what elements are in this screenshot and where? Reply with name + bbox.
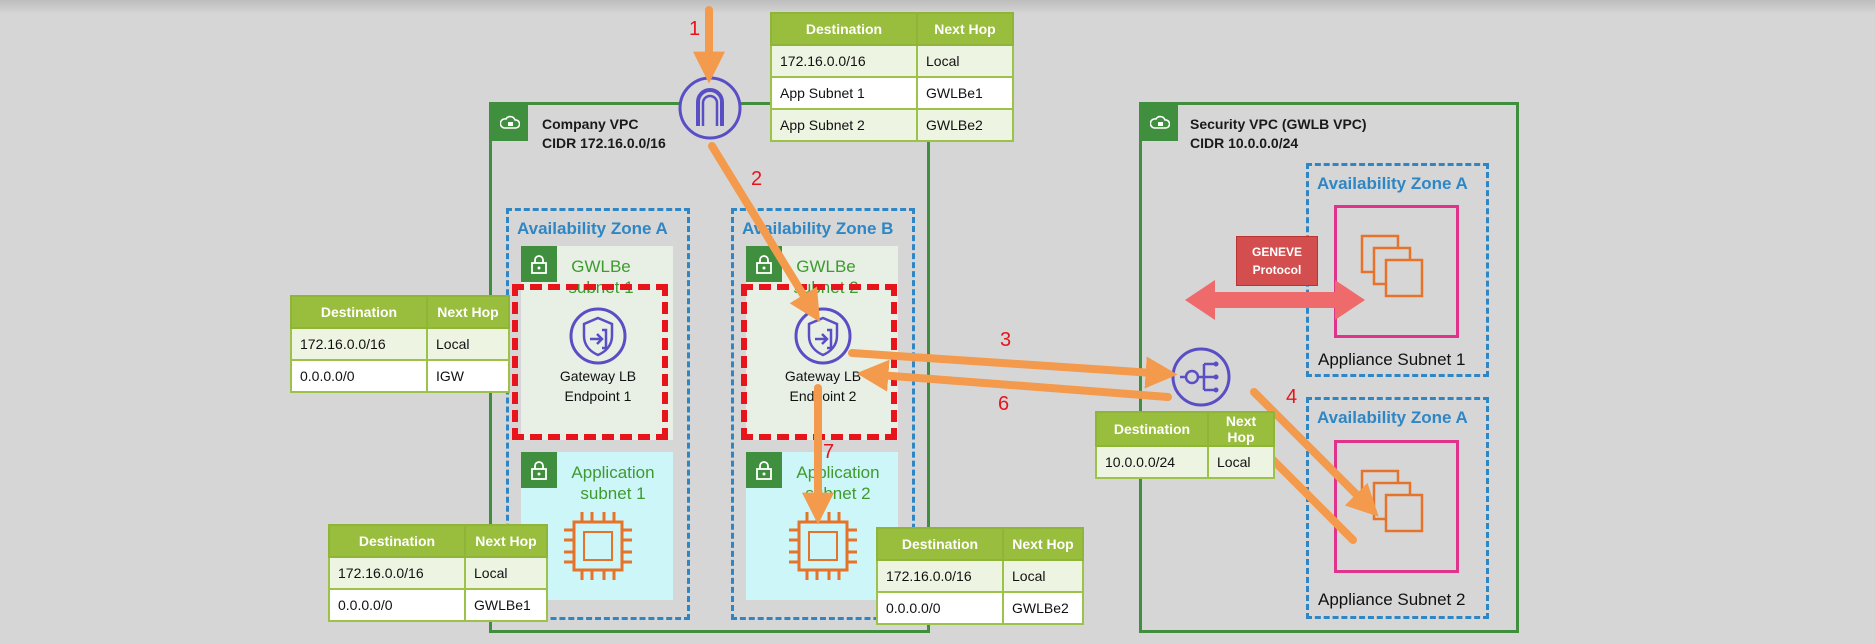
lock-icon <box>746 246 782 282</box>
ec2-instance-icon <box>785 508 861 589</box>
ec2-instance-icon <box>560 508 636 589</box>
rt-cell: Local <box>426 327 510 361</box>
security-az-1-label: Availability Zone A <box>1317 174 1468 193</box>
geneve-protocol-badge: GENEVE Protocol <box>1236 236 1318 286</box>
rt-app1-header-next-hop: Next Hop <box>464 524 548 558</box>
step-3-label: 3 <box>1000 329 1012 351</box>
application-subnet-1-label: Application subnet 1 <box>571 463 655 503</box>
step-6-label: 6 <box>998 393 1010 415</box>
gateway-load-balancer-icon <box>1170 346 1232 413</box>
route-table-igw: Destination Next Hop 172.16.0.0/16 Local … <box>770 12 1014 142</box>
rt-igw-header-destination: Destination <box>770 12 918 46</box>
step-4-label: 4 <box>1286 386 1298 408</box>
diagram-canvas: Company VPC CIDR 172.16.0.0/16 Security … <box>0 0 1875 644</box>
endpoint-1-label: Gateway LB Endpoint 1 <box>545 366 651 406</box>
endpoint-1-line-1: Gateway LB <box>559 368 637 384</box>
table-row: 172.16.0.0/16 Local <box>770 44 1014 78</box>
rt-cell: 0.0.0.0/0 <box>290 359 428 393</box>
table-row: 0.0.0.0/0 IGW <box>290 359 510 393</box>
rt-igw-header-next-hop: Next Hop <box>916 12 1014 46</box>
cloud-lock-icon <box>1142 105 1178 141</box>
rt-cell: 0.0.0.0/0 <box>876 591 1004 625</box>
table-row: 172.16.0.0/16 Local <box>876 559 1084 593</box>
rt-cell: IGW <box>426 359 510 393</box>
rt-cell: GWLBe1 <box>916 76 1014 110</box>
security-vpc-title: Security VPC (GWLB VPC) CIDR 10.0.0.0/24 <box>1190 115 1367 153</box>
security-vpc-cidr: CIDR 10.0.0.0/24 <box>1190 135 1299 151</box>
lock-icon <box>521 246 557 282</box>
rt-cell: GWLBe2 <box>916 108 1014 142</box>
table-row: 0.0.0.0/0 GWLBe1 <box>328 588 548 622</box>
rt-cell: GWLBe1 <box>464 588 548 622</box>
table-row: 172.16.0.0/16 Local <box>328 556 548 590</box>
appliance-subnet-1-label: Appliance Subnet 1 <box>1318 350 1466 369</box>
geneve-line-1: GENEVE <box>1251 245 1302 259</box>
rt-cell: 0.0.0.0/0 <box>328 588 466 622</box>
step-2-label: 2 <box>751 168 763 190</box>
table-row: App Subnet 2 GWLBe2 <box>770 108 1014 142</box>
company-vpc-title: Company VPC CIDR 172.16.0.0/16 <box>542 115 666 153</box>
lock-icon <box>746 452 782 488</box>
gateway-lb-endpoint-icon <box>793 306 853 371</box>
endpoint-2-line-2: Endpoint 2 <box>789 388 857 404</box>
rt-cell: App Subnet 1 <box>770 76 918 110</box>
rt-cell: Local <box>916 44 1014 78</box>
rt-gwlb-header-destination: Destination <box>1095 411 1209 447</box>
rt-gwlbe1-header-destination: Destination <box>290 295 428 329</box>
rt-cell: 10.0.0.0/24 <box>1095 445 1209 479</box>
rt-cell: GWLBe2 <box>1002 591 1084 625</box>
route-table-gwlbe1: Destination Next Hop 172.16.0.0/16 Local … <box>290 295 510 393</box>
appliance-subnet-2-label: Appliance Subnet 2 <box>1318 590 1466 609</box>
rt-cell: App Subnet 2 <box>770 108 918 142</box>
table-row: 172.16.0.0/16 Local <box>290 327 510 361</box>
rt-app2-header-destination: Destination <box>876 527 1004 561</box>
rt-gwlb-header-next-hop: Next Hop <box>1207 411 1275 447</box>
endpoint-2-line-1: Gateway LB <box>784 368 862 384</box>
appliance-stack-icon <box>1358 467 1434 548</box>
step-7-label: 7 <box>823 441 835 463</box>
company-vpc-name: Company VPC <box>542 116 639 132</box>
rt-cell: 172.16.0.0/16 <box>328 556 466 590</box>
company-vpc-cidr: CIDR 172.16.0.0/16 <box>542 135 666 151</box>
endpoint-1-line-2: Endpoint 1 <box>564 388 632 404</box>
security-az-2-label: Availability Zone A <box>1317 408 1468 427</box>
az-b-label: Availability Zone B <box>742 219 894 238</box>
rt-cell: Local <box>1207 445 1275 479</box>
rt-cell: 172.16.0.0/16 <box>290 327 428 361</box>
step-1-label: 1 <box>689 18 701 40</box>
rt-cell: 172.16.0.0/16 <box>770 44 918 78</box>
security-vpc-name: Security VPC (GWLB VPC) <box>1190 116 1367 132</box>
table-row: App Subnet 1 GWLBe1 <box>770 76 1014 110</box>
application-subnet-2-label: Application subnet 2 <box>796 463 880 503</box>
rt-app2-header-next-hop: Next Hop <box>1002 527 1084 561</box>
gateway-lb-endpoint-icon <box>568 306 628 371</box>
rt-cell: Local <box>1002 559 1084 593</box>
cloud-lock-icon <box>492 105 528 141</box>
geneve-line-2: Protocol <box>1252 263 1302 277</box>
table-row: 0.0.0.0/0 GWLBe2 <box>876 591 1084 625</box>
rt-app1-header-destination: Destination <box>328 524 466 558</box>
az-a-label: Availability Zone A <box>517 219 668 238</box>
route-table-app2: Destination Next Hop 172.16.0.0/16 Local … <box>876 527 1084 625</box>
endpoint-2-label: Gateway LB Endpoint 2 <box>770 366 876 406</box>
table-row: 10.0.0.0/24 Local <box>1095 445 1275 479</box>
appliance-stack-icon <box>1358 232 1434 313</box>
rt-cell: Local <box>464 556 548 590</box>
rt-gwlbe1-header-next-hop: Next Hop <box>426 295 510 329</box>
lock-icon <box>521 452 557 488</box>
route-table-gwlb: Destination Next Hop 10.0.0.0/24 Local <box>1095 411 1275 479</box>
rt-cell: 172.16.0.0/16 <box>876 559 1004 593</box>
internet-gateway-icon <box>676 74 744 147</box>
route-table-app1: Destination Next Hop 172.16.0.0/16 Local … <box>328 524 548 622</box>
